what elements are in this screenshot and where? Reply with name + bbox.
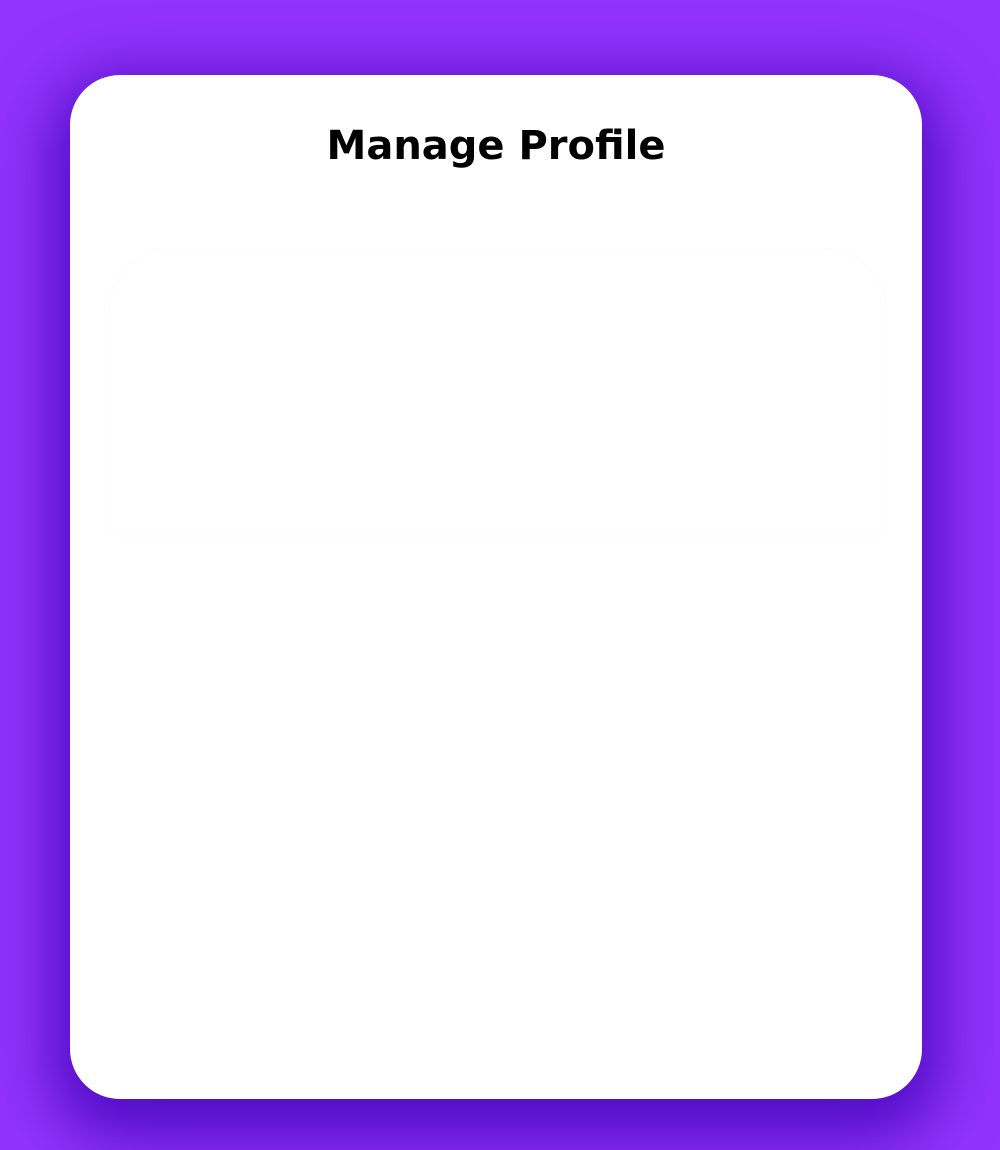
profile-card: Manage Profile (70, 75, 922, 1099)
page-title: Manage Profile (326, 123, 666, 169)
profile-content-panel (110, 250, 885, 535)
